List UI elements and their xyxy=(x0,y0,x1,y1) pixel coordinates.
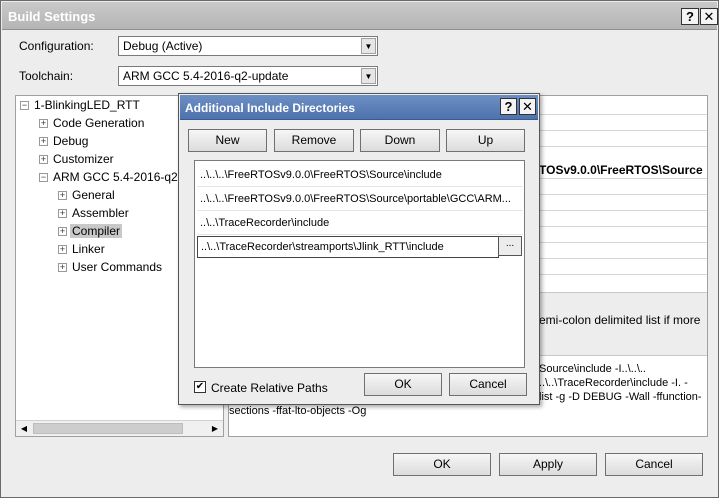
grid-divider xyxy=(539,258,707,259)
configuration-select[interactable]: Debug (Active) ▼ xyxy=(118,36,378,56)
toolchain-select[interactable]: ARM GCC 5.4-2016-q2-update ▼ xyxy=(118,66,378,86)
tree-node-root[interactable]: −1-BlinkingLED_RTT xyxy=(20,97,142,113)
grid-divider xyxy=(539,226,707,227)
grid-divider xyxy=(539,130,707,131)
cancel-button[interactable]: Cancel xyxy=(605,453,703,476)
browse-button[interactable]: ... xyxy=(498,236,522,256)
new-button[interactable]: New xyxy=(188,129,267,152)
close-button[interactable]: ✕ xyxy=(700,8,718,25)
apply-button[interactable]: Apply xyxy=(499,453,597,476)
grid-divider xyxy=(539,194,707,195)
include-path-value[interactable]: TOSv9.0.0\FreeRTOS\Source xyxy=(539,163,703,177)
expand-icon[interactable]: + xyxy=(58,227,67,237)
expand-icon[interactable]: + xyxy=(58,263,67,273)
help-button[interactable]: ? xyxy=(681,8,699,25)
expand-icon[interactable]: + xyxy=(58,191,67,201)
grid-divider xyxy=(539,210,707,211)
tree-node-assembler[interactable]: + Assembler xyxy=(58,205,131,221)
command-line-text: sections -ffat-lto-objects -Og xyxy=(229,405,367,417)
remove-button[interactable]: Remove xyxy=(274,129,354,152)
expand-icon[interactable]: + xyxy=(39,119,48,129)
scroll-right-icon[interactable]: ▶ xyxy=(207,421,223,436)
tree-horizontal-scrollbar[interactable]: ◀ ▶ xyxy=(16,420,223,436)
chevron-down-icon[interactable]: ▼ xyxy=(361,68,376,84)
grid-divider xyxy=(539,178,707,179)
dialog-close-button[interactable]: ✕ xyxy=(519,98,536,115)
list-item[interactable]: ..\..\..\FreeRTOSv9.0.0\FreeRTOS\Source\… xyxy=(197,189,523,211)
down-button[interactable]: Down xyxy=(360,129,440,152)
tree-node-code-generation[interactable]: + Code Generation xyxy=(39,115,146,131)
window-title: Build Settings xyxy=(8,9,96,24)
include-directories-dialog: Additional Include Directories ? ✕ New R… xyxy=(178,93,540,405)
tree-node-linker[interactable]: + Linker xyxy=(58,241,107,257)
up-button[interactable]: Up xyxy=(446,129,525,152)
toolchain-label: Toolchain: xyxy=(19,69,74,83)
command-line-text: list -g -D DEBUG -Wall -ffunction- xyxy=(539,391,702,403)
directory-edit-field[interactable] xyxy=(197,236,499,258)
expand-icon[interactable]: + xyxy=(39,155,48,165)
chevron-down-icon[interactable]: ▼ xyxy=(361,38,376,54)
grid-divider xyxy=(539,274,707,275)
tree-node-customizer[interactable]: + Customizer xyxy=(39,151,116,167)
tree-node-arm-gcc[interactable]: − ARM GCC 5.4-2016-q2 xyxy=(39,169,180,185)
dialog-cancel-button[interactable]: Cancel xyxy=(449,373,527,396)
dialog-help-button[interactable]: ? xyxy=(500,98,517,115)
collapse-icon[interactable]: − xyxy=(39,173,48,183)
toolchain-value: ARM GCC 5.4-2016-q2-update xyxy=(123,69,289,83)
tree-node-compiler[interactable]: + Compiler xyxy=(58,223,123,239)
dialog-title-bar: Additional Include Directories ? ✕ xyxy=(180,95,538,120)
description-text: emi-colon delimited list if more xyxy=(539,313,701,327)
command-line-text: ..\..\TraceRecorder\include -I. - xyxy=(539,377,688,389)
tree-node-general[interactable]: + General xyxy=(58,187,117,203)
command-line-text: Source\include -I..\..\.. xyxy=(539,363,646,375)
expand-icon[interactable]: + xyxy=(58,245,67,255)
grid-divider xyxy=(539,242,707,243)
collapse-icon[interactable]: − xyxy=(20,101,29,111)
dialog-ok-button[interactable]: OK xyxy=(364,373,442,396)
configuration-label: Configuration: xyxy=(19,39,94,53)
dialog-title: Additional Include Directories xyxy=(185,101,356,115)
tree-node-debug[interactable]: + Debug xyxy=(39,133,90,149)
expand-icon[interactable]: + xyxy=(39,137,48,147)
grid-divider xyxy=(539,146,707,147)
ok-button[interactable]: OK xyxy=(393,453,491,476)
scroll-thumb[interactable] xyxy=(33,423,183,434)
create-relative-paths-checkbox[interactable]: ✔ xyxy=(194,381,206,393)
list-item[interactable]: ..\..\TraceRecorder\include xyxy=(197,213,523,235)
create-relative-paths-label: Create Relative Paths xyxy=(211,381,328,395)
grid-divider xyxy=(539,114,707,115)
tree-node-user-commands[interactable]: + User Commands xyxy=(58,259,164,275)
scroll-left-icon[interactable]: ◀ xyxy=(16,421,32,436)
configuration-value: Debug (Active) xyxy=(123,39,203,53)
list-item[interactable]: ..\..\..\FreeRTOSv9.0.0\FreeRTOS\Source\… xyxy=(197,165,523,187)
expand-icon[interactable]: + xyxy=(58,209,67,219)
title-bar: Build Settings ? ✕ xyxy=(2,2,718,30)
directory-list: ..\..\..\FreeRTOSv9.0.0\FreeRTOS\Source\… xyxy=(194,160,525,368)
